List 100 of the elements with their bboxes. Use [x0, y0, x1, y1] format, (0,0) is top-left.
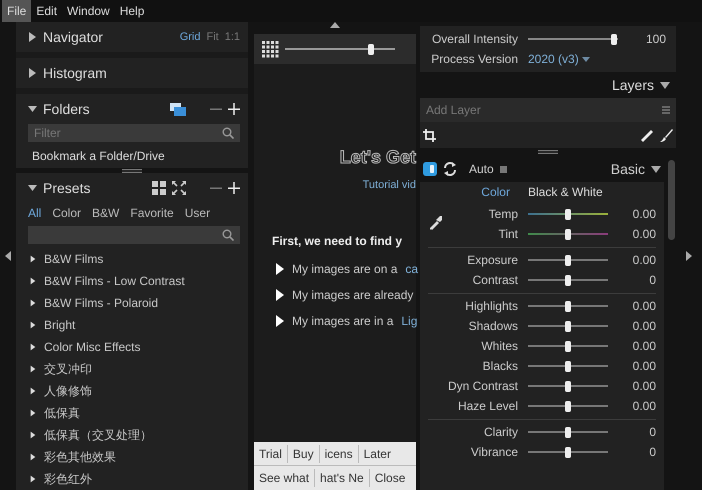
preset-filter-tab[interactable]: User	[184, 204, 210, 222]
preset-folder[interactable]: Color Misc Effects	[44, 338, 140, 356]
play-triangle-icon[interactable]	[276, 314, 284, 326]
slider-thumb[interactable]	[565, 320, 571, 332]
slider-thumb[interactable]	[565, 360, 571, 372]
preset-folder[interactable]: 彩色其他效果	[44, 448, 116, 466]
trial-action-button[interactable]: Close	[368, 469, 410, 487]
process-version-dropdown[interactable]: 2020 (v3)	[528, 50, 590, 68]
preset-folder[interactable]: 低保真	[44, 404, 80, 422]
scrollbar-thumb[interactable]	[668, 160, 675, 240]
slider-label: Haze Level	[456, 398, 519, 415]
expand-triangle-icon[interactable]	[28, 68, 37, 78]
resize-handle-icon[interactable]	[538, 150, 558, 154]
pencil-icon[interactable]	[641, 128, 654, 142]
preset-filter-tab[interactable]: All	[28, 204, 42, 222]
expand-triangle-icon[interactable]	[30, 430, 36, 440]
menu-item[interactable]: File	[2, 0, 32, 22]
caret-icon[interactable]	[660, 82, 670, 88]
preset-folder[interactable]: 彩色红外	[44, 470, 92, 488]
option-text: My images are already	[292, 286, 414, 304]
before-after-toggle-icon[interactable]	[423, 162, 437, 176]
preset-filter-tab[interactable]: B&W	[92, 204, 120, 222]
expand-triangle-icon[interactable]	[30, 342, 36, 352]
expand-arrows-icon[interactable]	[172, 181, 186, 195]
preset-folder[interactable]: 交叉冲印	[44, 360, 92, 378]
preset-folder[interactable]: B&W Films - Low Contrast	[44, 272, 185, 290]
expand-triangle-icon[interactable]	[30, 364, 36, 374]
brush-icon[interactable]	[660, 128, 673, 142]
slider-label: Clarity	[482, 424, 519, 441]
expand-triangle-icon[interactable]	[30, 452, 36, 462]
reset-icon[interactable]	[443, 162, 457, 176]
slider-thumb[interactable]	[565, 254, 571, 266]
folder-icon[interactable]	[170, 102, 186, 116]
expand-triangle-icon[interactable]	[30, 254, 36, 264]
preset-folder[interactable]: 人像修饰	[44, 382, 92, 400]
collapse-top-arrow-icon[interactable]	[330, 22, 340, 28]
slider-thumb[interactable]	[368, 44, 374, 54]
expand-triangle-icon[interactable]	[30, 386, 36, 396]
menu-item[interactable]: Help	[114, 0, 150, 22]
option-link[interactable]: ca	[405, 260, 418, 278]
option-link[interactable]: Lig	[401, 312, 418, 330]
view-mode-tab[interactable]: Fit	[206, 28, 219, 46]
preset-folder[interactable]: 低保真（交叉处理）	[44, 426, 152, 444]
trial-action-button[interactable]: Later	[358, 444, 396, 462]
grid-view-icon[interactable]	[152, 181, 166, 195]
collapse-triangle-icon[interactable]	[28, 183, 37, 193]
bookmark-folder-link[interactable]: Bookmark a Folder/Drive	[16, 142, 248, 165]
view-mode-tab[interactable]: Grid	[180, 28, 200, 46]
trial-action-button[interactable]: hat's Ne	[314, 469, 369, 487]
caret-icon[interactable]	[651, 166, 661, 172]
search-icon[interactable]	[222, 127, 234, 139]
slider-thumb[interactable]	[611, 34, 618, 44]
expand-triangle-icon[interactable]	[30, 276, 36, 286]
preset-filter-tab[interactable]: Color	[52, 204, 82, 222]
add-icon[interactable]	[228, 103, 240, 115]
search-icon[interactable]	[222, 229, 234, 241]
collapse-triangle-icon[interactable]	[28, 104, 37, 114]
slider-thumb[interactable]	[565, 446, 571, 458]
trial-text: See what	[258, 470, 310, 487]
thumbnail-grid-icon[interactable]	[262, 40, 279, 58]
preset-folder[interactable]: Bright	[44, 316, 76, 334]
collapse-left-arrow-icon[interactable]	[5, 251, 11, 261]
slider-thumb[interactable]	[565, 208, 571, 220]
expand-triangle-icon[interactable]	[30, 320, 36, 330]
eyedropper-icon[interactable]	[430, 216, 442, 230]
view-mode-tab[interactable]: 1:1	[224, 28, 240, 46]
slider-thumb[interactable]	[565, 426, 571, 438]
slider-thumb[interactable]	[565, 228, 571, 240]
slider-value: 0.00	[632, 206, 656, 223]
panel-selector[interactable]: Basic	[610, 158, 645, 180]
expand-triangle-icon[interactable]	[28, 32, 37, 42]
slider-thumb[interactable]	[565, 340, 571, 352]
preset-folder[interactable]: B&W Films - Polaroid	[44, 294, 158, 312]
menu-item[interactable]: Window	[62, 0, 115, 22]
expand-triangle-icon[interactable]	[30, 298, 36, 308]
play-triangle-icon[interactable]	[276, 262, 284, 274]
expand-triangle-icon[interactable]	[30, 474, 36, 484]
play-triangle-icon[interactable]	[276, 288, 284, 300]
menu-item[interactable]: Edit	[31, 0, 62, 22]
preset-folder[interactable]: B&W Films	[44, 250, 104, 268]
slider-thumb[interactable]	[565, 380, 571, 392]
preset-filter-tab[interactable]: Favorite	[130, 204, 174, 222]
treatment-tab[interactable]: Color	[481, 183, 510, 201]
collapse-right-arrow-icon[interactable]	[686, 251, 692, 261]
auto-button[interactable]: Auto	[469, 160, 494, 178]
slider-thumb[interactable]	[565, 400, 571, 412]
add-icon[interactable]	[228, 182, 240, 194]
slider-label: Dyn Contrast	[446, 378, 519, 395]
slider-thumb[interactable]	[565, 300, 571, 312]
tutorial-video-link[interactable]: Tutorial vid	[254, 177, 416, 194]
slider-value: 0.00	[632, 298, 656, 315]
slider-label: Shadows	[468, 318, 519, 335]
trial-action-button[interactable]: Buy	[286, 444, 319, 462]
crop-icon[interactable]	[423, 128, 436, 142]
slider-label: Whites	[480, 338, 519, 355]
expand-triangle-icon[interactable]	[30, 408, 36, 418]
treatment-tab[interactable]: Black & White	[528, 183, 603, 201]
resize-handle-icon[interactable]	[122, 168, 142, 172]
slider-thumb[interactable]	[565, 274, 571, 286]
trial-action-button[interactable]: icens	[318, 444, 358, 462]
